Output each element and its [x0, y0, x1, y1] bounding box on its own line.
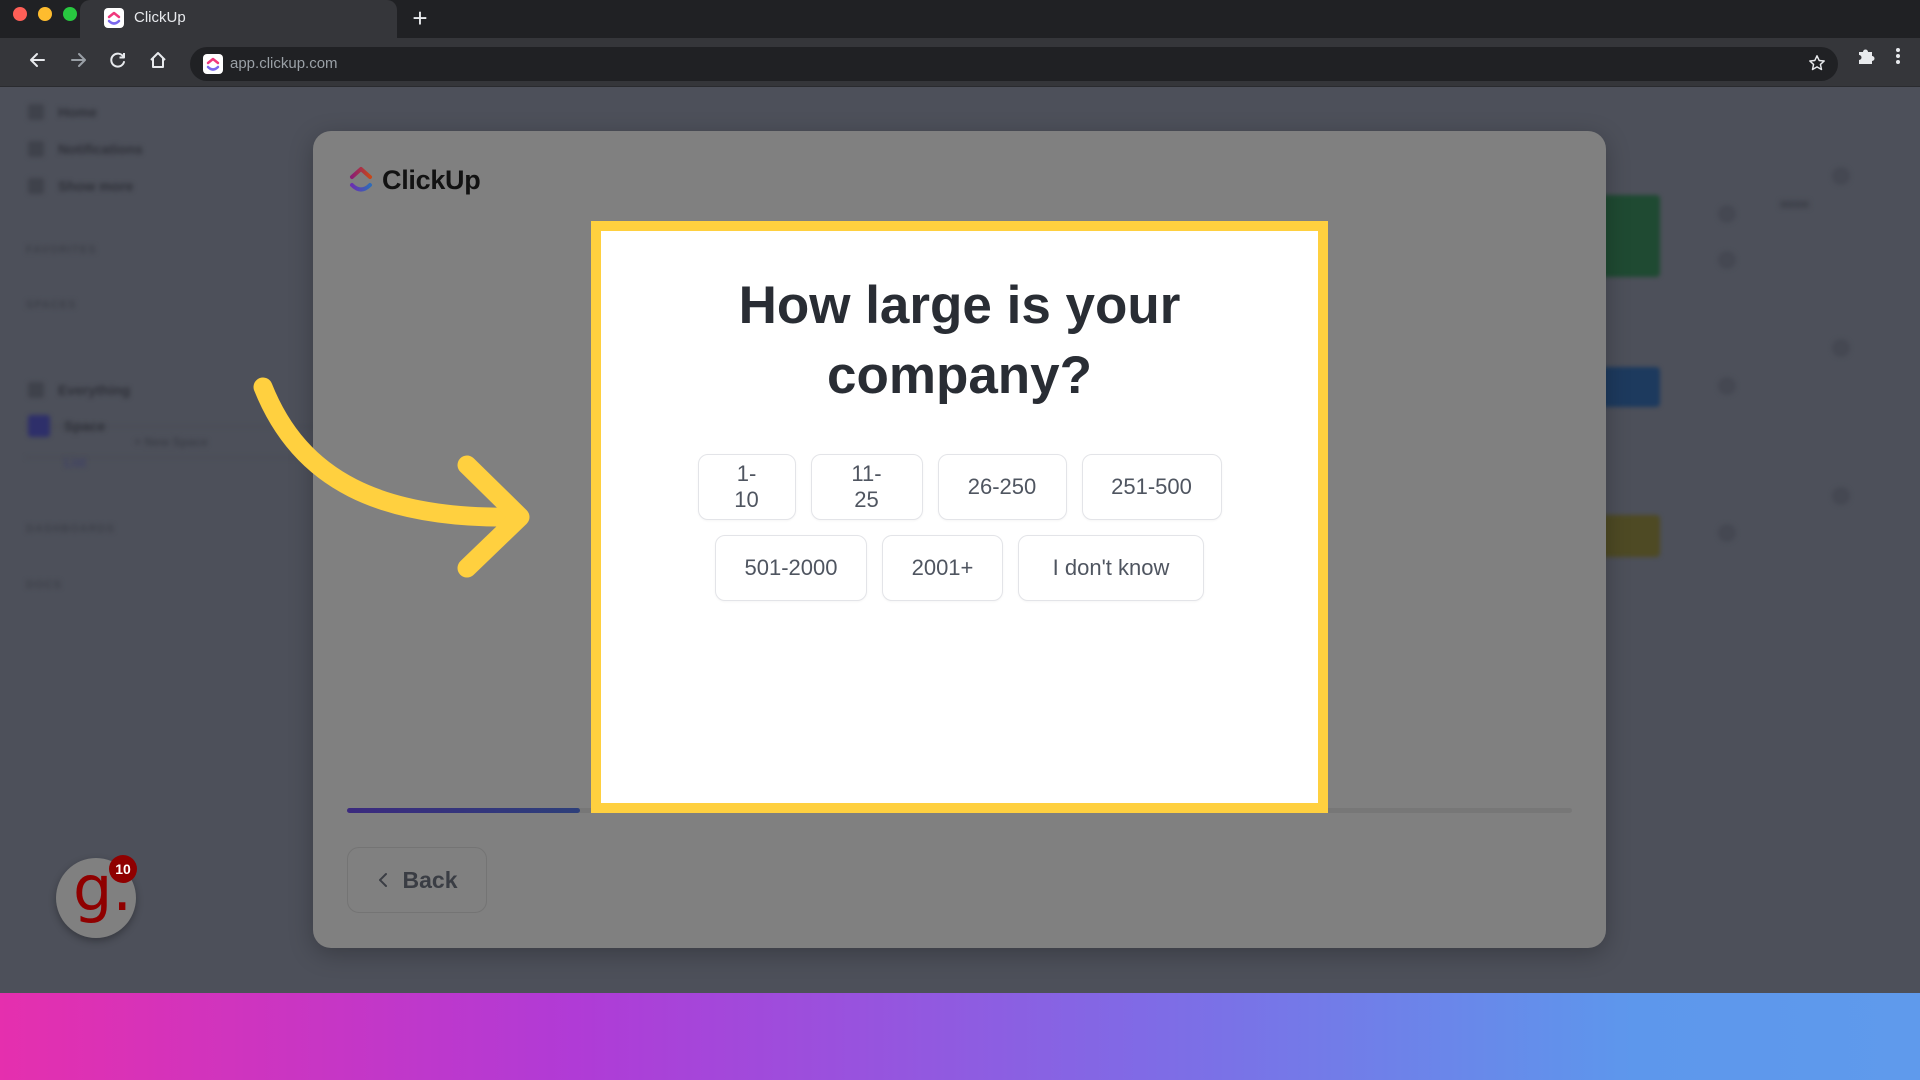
- browser-tabstrip: ClickUp +: [0, 0, 1920, 38]
- assignee-avatar-icon: [1718, 377, 1736, 395]
- assignee-avatar-icon: [1718, 205, 1736, 223]
- sidebar-item-show-more: Show more: [28, 175, 133, 197]
- sidebar-item-space: Space: [28, 415, 105, 437]
- arrow-right-icon[interactable]: [62, 44, 94, 76]
- sidebar-item-label: List: [64, 454, 86, 470]
- browser-toolbar: app.clickup.com: [0, 38, 1920, 87]
- sidebar-item-list: List: [64, 451, 86, 473]
- dashboards-heading: DASHBOARDS: [26, 523, 115, 535]
- option-26-250[interactable]: 26-250: [937, 454, 1067, 520]
- new-tab-button[interactable]: +: [405, 3, 435, 33]
- company-size-options: 1-10 11-25 26-250 251-500 501-2000 2001+…: [601, 454, 1318, 601]
- status-block-yellow: [1600, 515, 1660, 557]
- url-text[interactable]: app.clickup.com: [230, 55, 338, 72]
- option-2001-plus[interactable]: 2001+: [882, 535, 1003, 601]
- sidebar-item-label: Show more: [58, 178, 134, 194]
- docs-heading: DOCS: [26, 579, 62, 591]
- puzzle-icon[interactable]: [1856, 46, 1876, 71]
- bottom-gradient-banner: [0, 993, 1920, 1080]
- bell-icon: [28, 141, 44, 157]
- sidebar-item-label: Everything: [58, 382, 131, 398]
- status-block-green: [1600, 195, 1660, 277]
- favorites-heading: FAVORITES: [26, 244, 97, 256]
- clickup-favicon-icon: [104, 8, 124, 28]
- option-251-500[interactable]: 251-500: [1081, 454, 1222, 520]
- header-right-control: ■■■■: [1780, 197, 1809, 211]
- highlight-frame: How large is your company? 1-10 11-25 26…: [591, 221, 1328, 813]
- home-icon[interactable]: [142, 44, 174, 76]
- clickup-logo-text: ClickUp: [382, 164, 481, 195]
- assignee-avatar-icon: [1718, 524, 1736, 542]
- assignee-avatar-icon: [1718, 251, 1736, 269]
- question-title: How large is your company?: [738, 276, 1181, 405]
- arrow-left-icon[interactable]: [22, 44, 54, 76]
- sidebar-item-label: Home: [58, 104, 97, 120]
- sidebar-item-label: Notifications: [58, 141, 143, 157]
- spaces-heading: SPACES: [26, 299, 77, 311]
- notification-badge: 10: [109, 855, 137, 883]
- close-window-button[interactable]: [13, 7, 27, 21]
- options-row-2: 501-2000 2001+ I don't know: [715, 535, 1204, 601]
- settings-dot-icon: [1832, 167, 1850, 185]
- company-size-question-card: How large is your company? 1-10 11-25 26…: [601, 231, 1318, 803]
- option-11-25[interactable]: 11-25: [810, 454, 923, 520]
- minimize-window-button[interactable]: [38, 7, 52, 21]
- chevron-down-icon: [28, 178, 44, 194]
- option-1-10[interactable]: 1-10: [697, 454, 796, 520]
- settings-dot-icon: [1832, 339, 1850, 357]
- options-row-1: 1-10 11-25 26-250 251-500: [697, 454, 1222, 520]
- back-button[interactable]: Back: [347, 847, 487, 913]
- tab-title: ClickUp: [134, 9, 186, 26]
- option-501-2000[interactable]: 501-2000: [715, 535, 867, 601]
- status-block-blue: [1600, 367, 1660, 407]
- chevron-left-icon: [378, 873, 387, 887]
- star-icon[interactable]: [1808, 54, 1826, 77]
- reload-icon[interactable]: [102, 44, 134, 76]
- clickup-logo: ClickUp: [348, 164, 481, 196]
- browser-tab-clickup[interactable]: ClickUp: [80, 0, 397, 38]
- space-avatar-icon: [28, 415, 50, 437]
- back-button-label: Back: [402, 866, 458, 893]
- home-icon: [28, 104, 44, 120]
- onboarding-progress-fill: [347, 808, 580, 813]
- sidebar-item-everything: Everything: [28, 379, 130, 401]
- sidebar-item-notifications: Notifications: [28, 138, 143, 160]
- grid-icon: [28, 382, 44, 398]
- site-favicon-icon: [203, 54, 223, 74]
- settings-dot-icon: [1832, 487, 1850, 505]
- address-bar[interactable]: app.clickup.com: [190, 47, 1838, 81]
- clickup-logo-icon: [350, 167, 372, 192]
- sidebar-item-label: Space: [64, 418, 106, 434]
- kebab-menu-icon[interactable]: [1895, 46, 1901, 71]
- option-i-dont-know[interactable]: I don't know: [1018, 535, 1204, 601]
- maximize-window-button[interactable]: [63, 7, 77, 21]
- sidebar-item-home: Home: [28, 101, 97, 123]
